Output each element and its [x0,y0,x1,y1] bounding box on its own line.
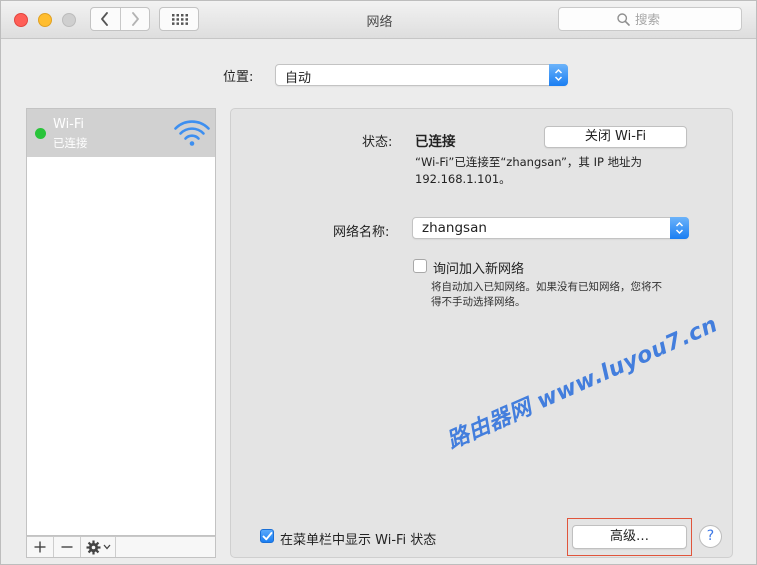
show-in-menubar-checkbox[interactable] [260,529,274,543]
help-button[interactable]: ? [699,525,722,548]
connection-info: “Wi-Fi”已连接至“zhangsan”，其 IP 地址为 192.168.1… [415,154,695,188]
service-list: Wi-Fi 已连接 [26,108,216,536]
ask-join-label: 询问加入新网络 [433,262,525,277]
connected-status-dot [35,128,46,139]
ask-join-help-line-2: 得不手动选择网络。 [431,296,526,308]
turn-off-wifi-button[interactable]: 关闭 Wi-Fi [544,126,687,148]
minus-icon [61,546,73,548]
service-item-wifi[interactable]: Wi-Fi 已连接 [27,109,215,157]
network-name-label: 网络名称: [333,225,390,240]
search-input[interactable] [635,11,735,27]
search-icon [617,13,630,26]
checkmark-icon [262,532,273,541]
network-name-popup[interactable]: zhangsan [412,217,689,239]
advanced-button[interactable]: 高级… [572,525,687,549]
network-preferences-window: 网络 位置: 自动 Wi-Fi 已连接 [0,0,757,565]
service-name: Wi-Fi [53,117,85,132]
service-list-toolbar [26,536,216,558]
location-value: 自动 [285,71,312,86]
show-in-menubar-label: 在菜单栏中显示 Wi-Fi 状态 [280,533,437,548]
popup-stepper-icon [670,217,689,239]
location-label: 位置: [223,70,254,85]
location-popup[interactable]: 自动 [275,64,568,86]
ask-join-help: 将自动加入已知网络。如果没有已知网络，您将不 得不手动选择网络。 [431,280,693,310]
popup-stepper-icon [549,64,568,86]
title-bar: 网络 [1,1,756,39]
connection-info-line-2: 192.168.1.101。 [415,172,511,186]
ask-join-help-line-1: 将自动加入已知网络。如果没有已知网络，您将不 [431,281,662,293]
connection-info-line-1: “Wi-Fi”已连接至“zhangsan”，其 IP 地址为 [415,155,643,169]
chevron-down-icon [103,544,111,550]
gear-icon [86,540,101,555]
status-label: 状态: [362,135,393,150]
service-status: 已连接 [53,136,88,150]
search-field[interactable] [558,7,742,31]
ask-join-checkbox[interactable] [413,259,427,273]
wifi-icon [174,120,210,146]
service-actions-button[interactable] [81,537,116,557]
network-name-value: zhangsan [422,220,487,236]
add-service-button[interactable] [27,537,54,557]
plus-icon [34,541,46,553]
status-value: 已连接 [415,134,456,150]
remove-service-button[interactable] [54,537,81,557]
